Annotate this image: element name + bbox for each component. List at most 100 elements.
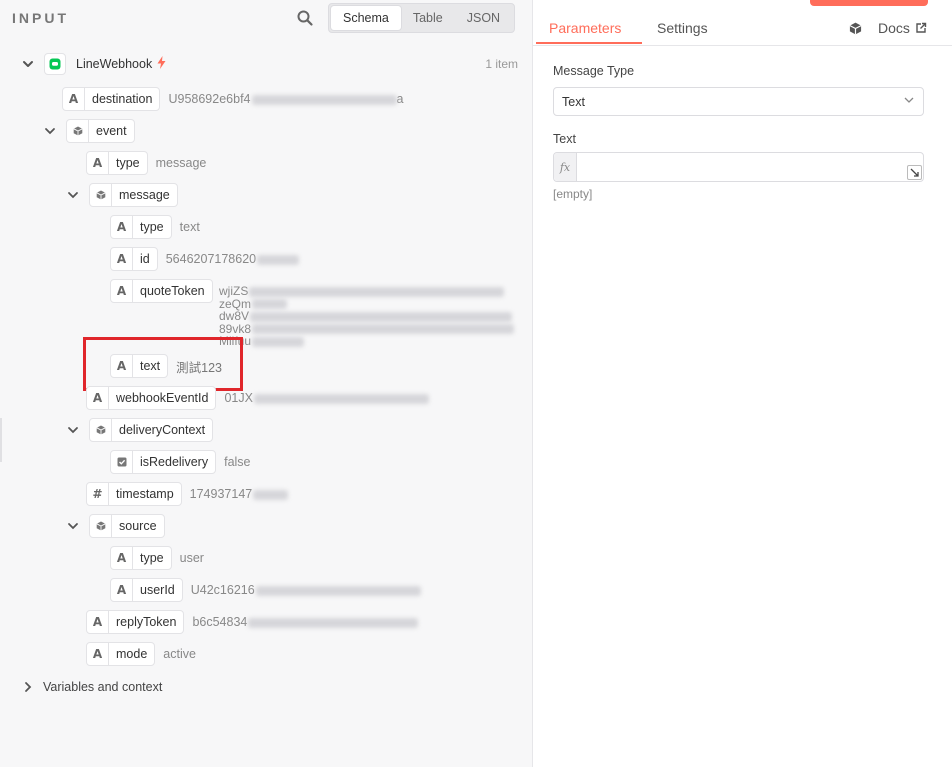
field-name: event xyxy=(96,124,127,138)
chevron-down-icon[interactable] xyxy=(67,520,79,532)
input-panel-title: INPUT xyxy=(12,10,69,26)
field-source-type[interactable]: Atype user xyxy=(110,546,204,570)
string-type-icon: A xyxy=(87,643,109,665)
trigger-bolt-icon xyxy=(157,56,166,72)
field-message-id[interactable]: Aid 5646207178620 xyxy=(110,247,300,271)
string-type-icon: A xyxy=(87,387,109,409)
input-panel: INPUT Schema Table JSON LineWebhook 1 it… xyxy=(0,0,532,767)
view-json-button[interactable]: JSON xyxy=(455,6,512,30)
field-name: userId xyxy=(140,583,175,597)
field-message-type[interactable]: Atype text xyxy=(110,215,200,239)
object-type-icon xyxy=(90,515,112,537)
field-value: b6c54834 xyxy=(192,615,419,629)
field-quote-token[interactable]: AquoteToken xyxy=(110,279,213,303)
field-name: timestamp xyxy=(116,487,174,501)
variables-and-context-toggle[interactable]: Variables and context xyxy=(22,680,162,694)
field-name: mode xyxy=(116,647,148,661)
field-event-type[interactable]: Atype message xyxy=(86,151,206,175)
field-name: isRedelivery xyxy=(140,455,209,469)
tab-parameters[interactable]: Parameters xyxy=(549,20,621,36)
variables-label: Variables and context xyxy=(43,680,163,694)
field-value: U958692e6bf4 a xyxy=(168,92,404,106)
field-timestamp[interactable]: # timestamp 174937147 xyxy=(86,482,289,506)
view-schema-button[interactable]: Schema xyxy=(331,6,401,30)
parameters-panel: Parameters Settings Docs Message Type Te… xyxy=(532,0,952,767)
chevron-down-icon[interactable] xyxy=(67,189,79,201)
field-delivery-context[interactable]: deliveryContext xyxy=(67,418,214,442)
highlight-box xyxy=(83,337,243,391)
search-icon[interactable] xyxy=(296,9,314,27)
message-type-select[interactable]: Text xyxy=(553,87,924,116)
boolean-type-icon xyxy=(111,451,133,473)
field-name: type xyxy=(140,551,164,565)
field-name: destination xyxy=(92,92,153,106)
string-type-icon: A xyxy=(87,152,109,174)
field-mode[interactable]: Amode active xyxy=(86,642,196,666)
field-name: replyToken xyxy=(116,615,177,629)
field-is-redelivery[interactable]: isRedelivery false xyxy=(110,450,251,474)
empty-hint: [empty] xyxy=(553,187,593,201)
fx-icon: fx xyxy=(554,153,577,181)
field-event[interactable]: event xyxy=(44,119,135,143)
docs-link[interactable]: Docs xyxy=(849,20,927,36)
field-name: webhookEventId xyxy=(116,391,209,405)
chevron-right-icon xyxy=(22,681,34,693)
field-webhook-event-id[interactable]: AwebhookEventId 01JX xyxy=(86,386,429,410)
field-value: message xyxy=(155,156,207,170)
field-value: text xyxy=(179,220,200,234)
field-user-id[interactable]: AuserId U42c16216 xyxy=(110,578,421,602)
string-type-icon: A xyxy=(111,579,133,601)
message-type-label: Message Type xyxy=(553,64,635,78)
chevron-down-icon[interactable] xyxy=(44,125,56,137)
field-value: user xyxy=(179,551,204,565)
node-name: LineWebhook xyxy=(76,57,153,71)
field-value: active xyxy=(163,647,196,661)
field-destination[interactable]: Adestination U958692e6bf4 a xyxy=(62,87,403,111)
string-type-icon: A xyxy=(63,88,85,110)
string-type-icon: A xyxy=(111,216,133,238)
expand-editor-icon[interactable] xyxy=(907,165,922,180)
panel-edge-marker xyxy=(0,418,2,462)
field-name: type xyxy=(116,156,140,170)
panel-tabs: Parameters Settings Docs xyxy=(533,0,952,46)
chevron-down-icon xyxy=(903,94,915,109)
line-logo-icon xyxy=(44,53,66,75)
field-value: false xyxy=(224,455,251,469)
string-type-icon: A xyxy=(111,280,133,302)
item-count: 1 item xyxy=(485,57,518,71)
active-tab-underline xyxy=(536,42,642,44)
field-value: U42c16216 xyxy=(191,583,421,597)
chevron-down-icon[interactable] xyxy=(67,424,79,436)
field-name: source xyxy=(119,519,157,533)
field-reply-token[interactable]: AreplyToken b6c54834 xyxy=(86,610,419,634)
object-type-icon xyxy=(67,120,89,142)
view-mode-toggle: Schema Table JSON xyxy=(328,3,516,33)
field-name: type xyxy=(140,220,164,234)
field-message[interactable]: message xyxy=(67,183,178,207)
object-type-icon xyxy=(90,184,112,206)
field-value: 5646207178620 xyxy=(166,252,300,266)
field-name: id xyxy=(140,252,150,266)
string-type-icon: A xyxy=(111,248,133,270)
string-type-icon: A xyxy=(111,547,133,569)
string-type-icon: A xyxy=(87,611,109,633)
field-name: quoteToken xyxy=(140,284,205,298)
field-value: 01JX xyxy=(224,391,429,405)
external-link-icon xyxy=(915,22,927,34)
quote-token-value: wjiZS zeQm dw8V 89vk8 Mlifuu xyxy=(219,285,519,348)
message-type-value: Text xyxy=(562,94,585,109)
field-source[interactable]: source xyxy=(67,514,165,538)
chevron-down-icon[interactable] xyxy=(22,58,34,70)
number-type-icon: # xyxy=(87,483,109,505)
cube-icon xyxy=(849,22,862,35)
field-name: deliveryContext xyxy=(119,423,206,437)
field-name: message xyxy=(119,188,170,202)
object-type-icon xyxy=(90,419,112,441)
text-expression-input[interactable]: fx xyxy=(553,152,924,182)
view-table-button[interactable]: Table xyxy=(401,6,455,30)
text-label: Text xyxy=(553,132,576,146)
tab-settings[interactable]: Settings xyxy=(657,20,708,36)
docs-label: Docs xyxy=(878,20,910,36)
field-value: 174937147 xyxy=(190,487,289,501)
node-root-row: LineWebhook 1 item xyxy=(22,52,518,76)
